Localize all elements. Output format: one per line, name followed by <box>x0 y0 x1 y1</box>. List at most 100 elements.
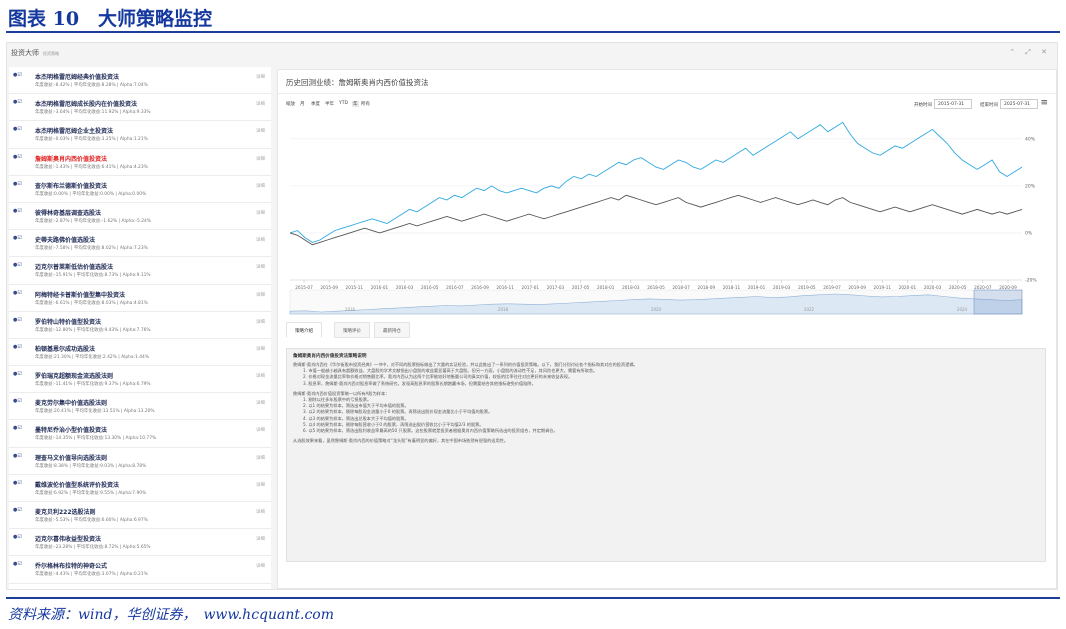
strategy-list-item[interactable]: ●☑ 麦克劳尔集中价值选股法则 年度收益:20.41% | 平均年化收益:13.51… <box>9 393 271 421</box>
star-edit-icon[interactable]: ●☑ <box>13 181 22 187</box>
strategy-stats: 年度收益:21.30% | 平均年化收益:2.42% | Alpha:1.44% <box>35 354 150 360</box>
navigator-tick-label: 2022 <box>804 307 815 312</box>
strategy-stats: 年度收益:-23.28% | 平均年化收益:8.72% | Alpha:5.65… <box>35 545 151 551</box>
strategy-list-item[interactable]: ●☑ 迈克尔普莱斯低估价值选股法 年度收益:-15.91% | 平均年化收益:8.7… <box>9 257 271 285</box>
star-edit-icon[interactable]: ●☑ <box>13 561 22 567</box>
star-edit-icon[interactable]: ●☑ <box>13 317 22 323</box>
x-tick-label: 2018-07 <box>672 285 690 290</box>
strategy-list-item[interactable]: ●☑ 阿梅特经卡普斯价值型集中投资法 年度收益:-6.61% | 平均年化收益:8.… <box>9 285 271 312</box>
strategy-detail-link[interactable]: 详细 <box>256 264 265 270</box>
chart-menu-icon[interactable]: ≡ <box>1040 98 1048 108</box>
strategy-detail-link[interactable]: 详细 <box>256 156 265 162</box>
x-tick-label: 2019-01 <box>748 285 766 290</box>
star-edit-icon[interactable]: ●☑ <box>13 262 22 268</box>
star-edit-icon[interactable]: ●☑ <box>13 507 22 513</box>
strategy-detail-link[interactable]: 详细 <box>256 536 265 542</box>
star-edit-icon[interactable]: ●☑ <box>13 480 22 486</box>
strategy-detail-link[interactable]: 详细 <box>256 455 265 461</box>
backtest-title: 历史回测业绩：詹姆斯奥肖内西价值投资法 <box>286 78 429 87</box>
app-title: 投资大师 投资策略 <box>11 48 59 58</box>
strategy-detail-link[interactable]: 详细 <box>256 101 265 107</box>
zoom-all-button[interactable]: 所有 <box>361 101 370 107</box>
strategy-list-item[interactable]: ●☑ 查尔斯布兰德斯价值投资法 年度收益:0.00% | 平均年化收益:0.00% … <box>9 176 271 203</box>
x-tick-label: 2020-09 <box>999 285 1017 290</box>
star-edit-icon[interactable]: ●☑ <box>13 99 22 105</box>
strategy-detail-link[interactable]: 详细 <box>256 563 265 569</box>
strategy-list-item[interactable]: ●☑ 本杰明格雷厄姆经典价值投资法 年度收益:-8.42% | 平均年化收益:8.2… <box>9 67 271 95</box>
star-edit-icon[interactable]: ●☑ <box>13 290 22 296</box>
y-tick-label: 0% <box>1025 230 1033 236</box>
strategy-detail-link[interactable]: 详细 <box>256 183 265 189</box>
strategy-name: 詹姆斯奥肖内西价值投资法 <box>35 155 108 163</box>
star-edit-icon[interactable]: ●☑ <box>13 126 22 132</box>
strategy-name: 史蒂夫路佛价值选股法 <box>35 237 96 245</box>
strategy-detail-link[interactable]: 详细 <box>256 427 265 433</box>
zoom-ytd-button[interactable]: YTD <box>339 101 348 106</box>
strategy-detail-link[interactable]: 详细 <box>256 509 265 515</box>
star-edit-icon[interactable]: ●☑ <box>13 154 22 160</box>
strategy-stats: 年度收益:-0.03% | 平均年化收益:3.25% | Alpha:1.21% <box>35 137 148 143</box>
strategy-list-item[interactable]: ●☑ 戴维波伦价值型系统评价投资法 年度收益:6.92% | 平均年化收益:9.55… <box>9 475 271 502</box>
navigator-selection <box>973 289 1023 315</box>
main-header: 历史回测业绩：詹姆斯奥肖内西价值投资法 <box>278 70 1056 94</box>
strategy-list-item[interactable]: ●☑ 迈克尔喜伟收益型投资法 年度收益:-23.28% | 平均年化收益:8.72%… <box>9 529 271 557</box>
tab-strategy-review[interactable]: 策略评价 <box>334 322 370 338</box>
x-tick-label: 2016-05 <box>421 285 439 290</box>
star-edit-icon[interactable]: ●☑ <box>13 398 22 404</box>
end-date-input[interactable]: 2025-07-31 <box>1000 99 1038 109</box>
x-tick-label: 2020-07 <box>974 285 992 290</box>
star-edit-icon[interactable]: ●☑ <box>13 72 22 78</box>
window-controls-icon[interactable]: ⌃ ⤢ ✕ <box>1009 48 1051 57</box>
tab-latest-holdings[interactable]: 最新持仓 <box>374 322 410 338</box>
star-edit-icon[interactable]: ●☑ <box>13 425 22 431</box>
strategy-detail-link[interactable]: 详细 <box>256 319 265 325</box>
strategy-list-item[interactable]: ●☑ 詹姆斯奥肖内西价值投资法 年度收益:-1.43% | 平均年化收益:6.41%… <box>9 149 271 176</box>
strategy-list-item[interactable]: ●☑ 本杰明格雷厄姆企业主投资法 年度收益:-0.03% | 平均年化收益:3.25… <box>9 121 271 149</box>
x-tick-label: 2019-03 <box>773 285 791 290</box>
x-tick-label: 2018-05 <box>647 285 665 290</box>
tab-strategy-intro[interactable]: 策略介绍 <box>286 322 322 338</box>
star-edit-icon[interactable]: ●☑ <box>13 235 22 241</box>
strategy-detail-link[interactable]: 详细 <box>256 373 265 379</box>
y-tick-label: 40% <box>1025 136 1036 142</box>
start-date-input[interactable]: 2015-07-31 <box>934 99 972 109</box>
strategy-detail-link[interactable]: 详细 <box>256 237 265 243</box>
strategy-list-item[interactable]: ●☑ 本杰明格雷厄姆成长股内在价值投资法 年度收益:-3.64% | 平均年化收益:… <box>9 94 271 122</box>
strategy-stats: 年度收益:-5.53% | 平均年化收益:6.60% | Alpha:6.97% <box>35 518 148 523</box>
strategy-list-item[interactable]: ●☑ 罗伯特山特价值型投资法 年度收益:-12.80% | 平均年化收益:9.43%… <box>9 312 271 339</box>
strategy-detail-link[interactable]: 详细 <box>256 210 265 216</box>
strategy-detail-link[interactable]: 详细 <box>256 482 265 488</box>
strategy-detail-link[interactable]: 详细 <box>256 346 265 352</box>
strategy-stats: 年度收益:20.41% | 平均年化收益:13.51% | Alpha:13.2… <box>35 409 155 415</box>
app-title-text: 投资大师 <box>11 49 39 57</box>
strategy-detail-link[interactable]: 详细 <box>256 128 265 134</box>
strategy-detail-link[interactable]: 详细 <box>256 292 265 298</box>
strategy-detail-link[interactable]: 详细 <box>256 74 265 80</box>
strategy-stats: 年度收益:-2.87% | 平均年化收益:-1.62% | Alpha:-5.2… <box>35 218 151 224</box>
start-date-label: 开始时间 <box>914 103 932 108</box>
x-tick-label: 2018-01 <box>597 285 615 290</box>
strategy-list-item[interactable]: ●☑ 麦克贝利222选股法则 年度收益:-5.53% | 平均年化收益:6.60% … <box>9 502 271 530</box>
description-title: 詹姆斯奥肖内西价值投资法策略说明 <box>293 354 367 359</box>
star-edit-icon[interactable]: ●☑ <box>13 371 22 377</box>
star-edit-icon[interactable]: ●☑ <box>13 453 22 459</box>
strategy-list-item[interactable]: ●☑ 柏顿基恩尔成功选股法 年度收益:21.30% | 平均年化收益:2.42% |… <box>9 339 271 367</box>
strategy-list-item[interactable]: ●☑ 史蒂夫路佛价值选股法 年度收益:-7.58% | 平均年化收益:8.02% |… <box>9 230 271 258</box>
strategy-list-item[interactable]: ●☑ 墨特尼乔治小型价值投资法 年度收益:-14.35% | 平均年化收益:13.3… <box>9 420 271 448</box>
zoom-month-button[interactable]: 月 <box>300 101 305 107</box>
x-tick-label: 2016-07 <box>446 285 464 290</box>
strategy-list-item[interactable]: ●☑ 彼得林奇基层调查选股法 年度收益:-2.87% | 平均年化收益:-1.62%… <box>9 203 271 231</box>
strategy-detail-link[interactable]: 详细 <box>256 400 265 406</box>
star-edit-icon[interactable]: ●☑ <box>13 534 22 540</box>
star-edit-icon[interactable]: ●☑ <box>13 208 22 214</box>
zoom-year-button[interactable]: 年 <box>352 101 359 107</box>
strategy-stats: 年度收益:-6.61% | 平均年化收益:8.03% | Alpha:4.81% <box>35 300 148 306</box>
navigator-tick-label: 2018 <box>498 307 509 312</box>
strategy-list-item[interactable]: ●☑ 乔尔格林布拉特的神奇公式 年度收益:-4.43% | 平均年化收益:3.07%… <box>9 556 271 584</box>
star-edit-icon[interactable]: ●☑ <box>13 344 22 350</box>
zoom-quarter-button[interactable]: 季度 <box>311 101 320 107</box>
x-tick-label: 2018-09 <box>698 285 716 290</box>
strategy-list-item[interactable]: ●☑ 理查马文价值导向选股法则 年度收益:8.38% | 平均年化收益:9.03% … <box>9 448 271 475</box>
zoom-halfyear-button[interactable]: 半年 <box>325 101 334 107</box>
strategy-list-item[interactable]: ●☑ 罗伯瑞克超额现金流选股法则 年度收益:-11.41% | 平均年化收益:9.3… <box>9 366 271 394</box>
